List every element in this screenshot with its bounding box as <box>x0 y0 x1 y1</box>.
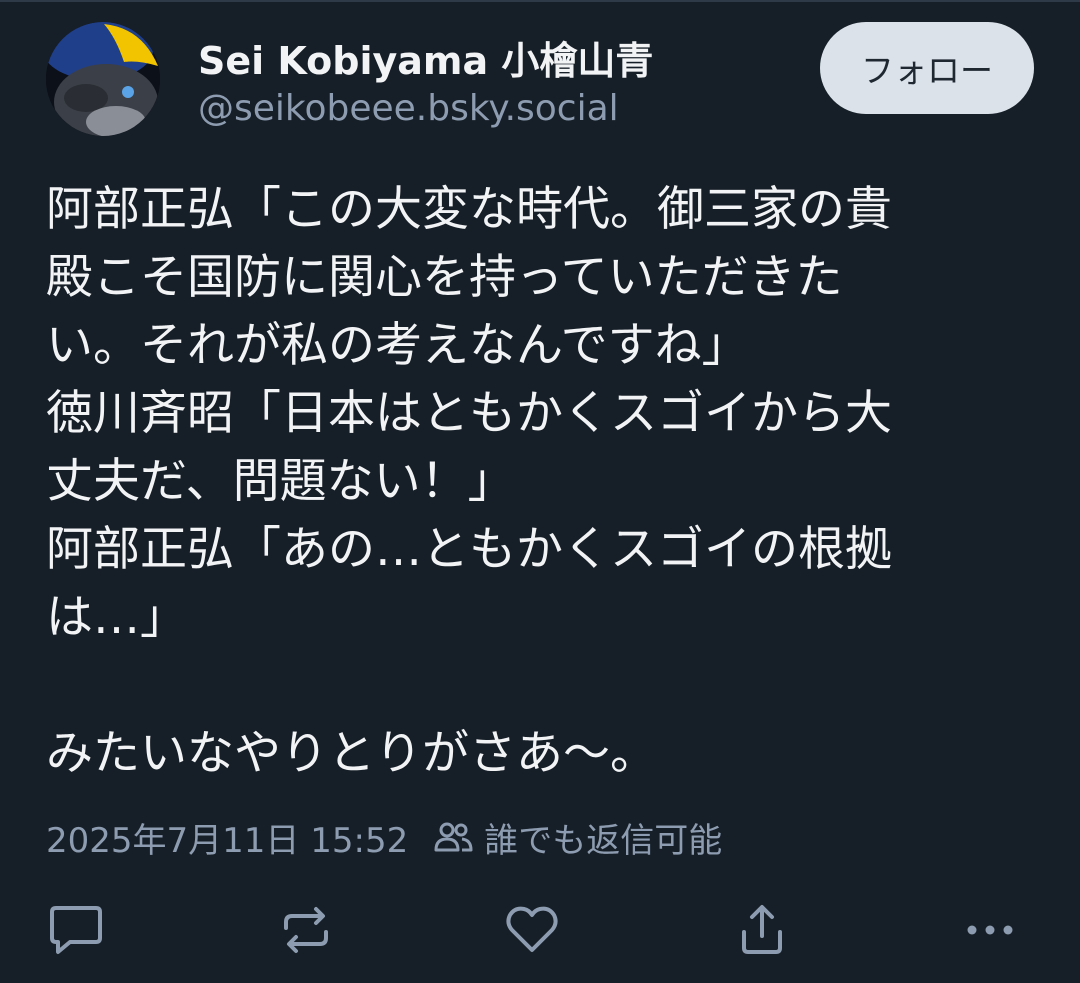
post-text: 阿部正弘「この大変な時代。御三家の貴 殿こそ国防に関心を持っていただきた い。そ… <box>46 176 1046 788</box>
follow-button[interactable]: フォロー <box>820 22 1034 114</box>
post-line: みたいなやりとりがさあ〜。 <box>46 726 657 781</box>
more-icon <box>967 925 1013 935</box>
display-name[interactable]: Sei Kobiyama 小檜山青 <box>198 30 653 85</box>
more-button[interactable] <box>958 898 1022 962</box>
post-meta: 2025年7月11日 15:52 誰でも返信可能 <box>46 812 722 862</box>
post-view: Sei Kobiyama 小檜山青 @seikobeee.bsky.social… <box>0 0 1080 983</box>
share-button[interactable] <box>730 898 794 962</box>
post-line: は…」 <box>46 590 187 645</box>
handle[interactable]: @seikobeee.bsky.social <box>198 88 619 129</box>
post-line: い。それが私の考えなんですね」 <box>46 318 749 373</box>
reply-setting[interactable]: 誰でも返信可能 <box>434 813 722 862</box>
top-divider <box>0 0 1080 2</box>
timestamp: 2025年7月11日 15:52 <box>46 820 409 861</box>
repost-button[interactable] <box>274 898 338 962</box>
people-icon <box>434 822 473 852</box>
repost-icon <box>284 907 328 953</box>
share-icon <box>742 905 782 954</box>
post-line: 阿部正弘「この大変な時代。御三家の貴 <box>46 182 892 237</box>
avatar-image <box>46 22 160 136</box>
post-line: 徳川斉昭「日本はともかくスゴイから大 <box>46 386 892 441</box>
post-line <box>46 652 1046 720</box>
avatar[interactable] <box>46 22 160 136</box>
like-icon <box>506 906 558 952</box>
post-line: 丈夫だ、問題ない！」 <box>46 454 515 509</box>
reply-setting-label: 誰でも返信可能 <box>484 820 723 861</box>
post-line: 殿こそ国防に関心を持っていただきた <box>46 250 843 305</box>
reply-button[interactable] <box>44 898 108 962</box>
action-bar <box>0 898 1080 962</box>
reply-icon <box>50 906 102 954</box>
like-button[interactable] <box>500 898 564 962</box>
post-line: 阿部正弘「あの…ともかくスゴイの根拠 <box>46 522 892 577</box>
